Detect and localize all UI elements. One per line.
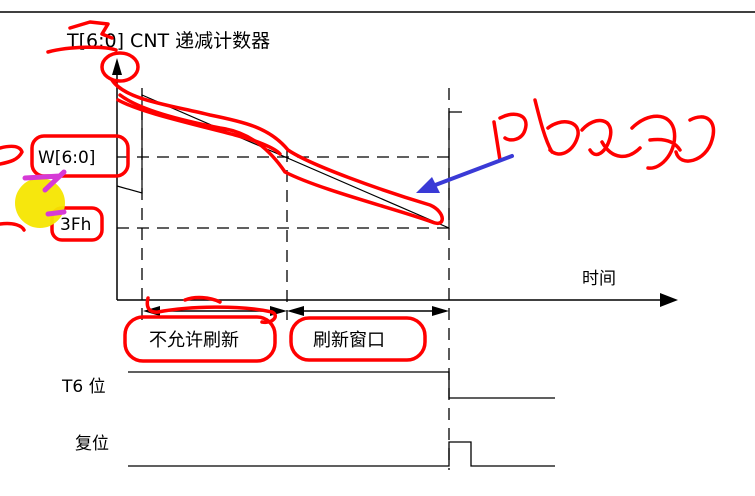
y-axis-arrow-icon	[112, 58, 122, 75]
reset-label: 复位	[75, 434, 109, 454]
t6-bit-label: T6 位	[61, 377, 106, 397]
red-left-scribble-top	[0, 144, 24, 166]
red-left-scribble-bottom	[0, 221, 26, 232]
threshold-3fh-label: 3Fh	[60, 215, 91, 235]
window-watchdog-timing-diagram: T[6:0] CNT 递减计数器 时间 W[6:0] 3Fh 不允许刷新 刷新窗…	[0, 0, 755, 492]
red-axis-arrow-circle	[100, 51, 140, 83]
refresh-window-right-arrow-icon	[432, 306, 449, 316]
t6-bit-signal	[128, 371, 555, 399]
no-refresh-label: 不允许刷新	[149, 330, 239, 351]
refresh-window-label: 刷新窗口	[313, 330, 385, 351]
timing-diagram-canvas: T[6:0] CNT 递减计数器 时间 W[6:0] 3Fh 不允许刷新 刷新窗…	[0, 11, 755, 470]
x-axis-arrow-icon	[660, 293, 678, 307]
time-axis-label: 时间	[582, 269, 616, 289]
handwritten-text-scribble	[492, 98, 716, 170]
w-value-label: W[6:0]	[38, 148, 95, 168]
reset-pulse-signal	[128, 441, 555, 467]
red-annotations	[0, 20, 716, 363]
refresh-window-left-arrow-icon	[287, 306, 304, 316]
blue-annotation-arrow	[428, 154, 514, 189]
cursor-highlight-circle	[15, 178, 65, 228]
